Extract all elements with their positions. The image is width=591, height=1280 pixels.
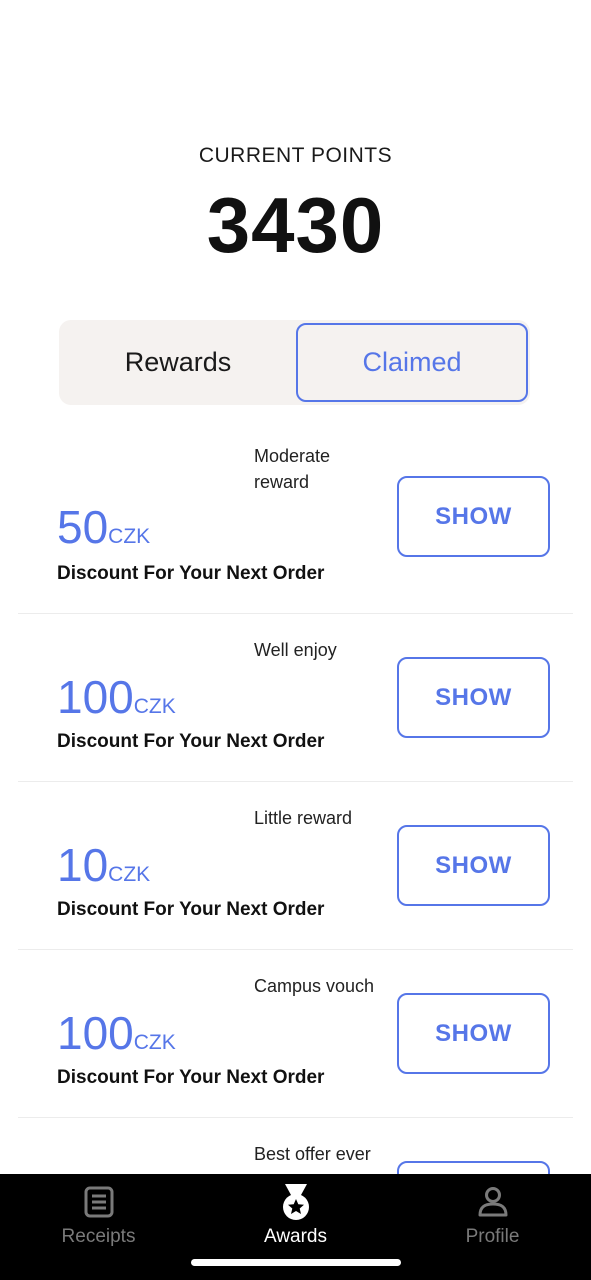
reward-name: Well enjoy: [254, 640, 337, 660]
reward-currency: CZK: [133, 695, 176, 718]
tab-profile-label: Profile: [465, 1226, 520, 1247]
reward-name: Moderate reward: [254, 446, 331, 492]
show-button[interactable]: SHOW: [397, 657, 550, 738]
reward-item: Well enjoy 100CZK Discount For Your Next…: [0, 614, 591, 782]
reward-description: Discount For Your Next Order: [57, 899, 325, 920]
reward-description: Discount For Your Next Order: [57, 563, 325, 584]
reward-amount: 10CZK: [57, 838, 150, 892]
reward-description: Discount For Your Next Order: [57, 731, 325, 752]
reward-amount: 100CZK: [57, 1006, 176, 1060]
tab-claimed[interactable]: Claimed: [296, 323, 528, 402]
reward-currency: CZK: [108, 525, 151, 548]
reward-name: Little reward: [254, 808, 353, 828]
reward-amount-value: 10: [57, 839, 109, 891]
show-button[interactable]: SHOW: [397, 476, 550, 557]
home-indicator: [191, 1259, 401, 1266]
tab-receipts-label: Receipts: [61, 1226, 136, 1247]
reward-amount-value: 100: [57, 671, 134, 723]
show-button[interactable]: SHOW: [397, 825, 550, 906]
show-button[interactable]: [397, 1161, 550, 1174]
tab-profile[interactable]: Profile: [394, 1174, 591, 1280]
reward-description: Discount For Your Next Order: [57, 1067, 325, 1088]
reward-name: Campus vouch: [254, 976, 375, 996]
reward-amount-value: 100: [57, 1007, 134, 1059]
reward-name: Best offer ever: [254, 1144, 371, 1164]
reward-amount: 50CZK: [57, 500, 150, 554]
reward-item: Best offer ever: [0, 1118, 591, 1174]
receipt-icon: [79, 1182, 119, 1222]
rewards-list[interactable]: Moderate reward 50CZK Discount For Your …: [0, 430, 591, 1174]
reward-amount-value: 50: [57, 501, 109, 553]
tab-awards-label: Awards: [263, 1226, 327, 1247]
points-value: 3430: [206, 181, 385, 269]
reward-item: Moderate reward 50CZK Discount For Your …: [0, 430, 591, 614]
rewards-segmented-control: Rewards Claimed: [59, 320, 530, 405]
tab-receipts[interactable]: Receipts: [0, 1174, 197, 1280]
reward-amount: 100CZK: [57, 670, 176, 724]
reward-currency: CZK: [108, 863, 151, 886]
points-label: CURRENT POINTS: [198, 144, 393, 167]
reward-currency: CZK: [133, 1031, 176, 1054]
tab-rewards[interactable]: Rewards: [62, 323, 294, 402]
show-button[interactable]: SHOW: [397, 993, 550, 1074]
person-icon: [473, 1182, 513, 1222]
medal-icon: [276, 1182, 316, 1222]
reward-item: Campus vouch 100CZK Discount For Your Ne…: [0, 950, 591, 1118]
reward-item: Little reward 10CZK Discount For Your Ne…: [0, 782, 591, 950]
